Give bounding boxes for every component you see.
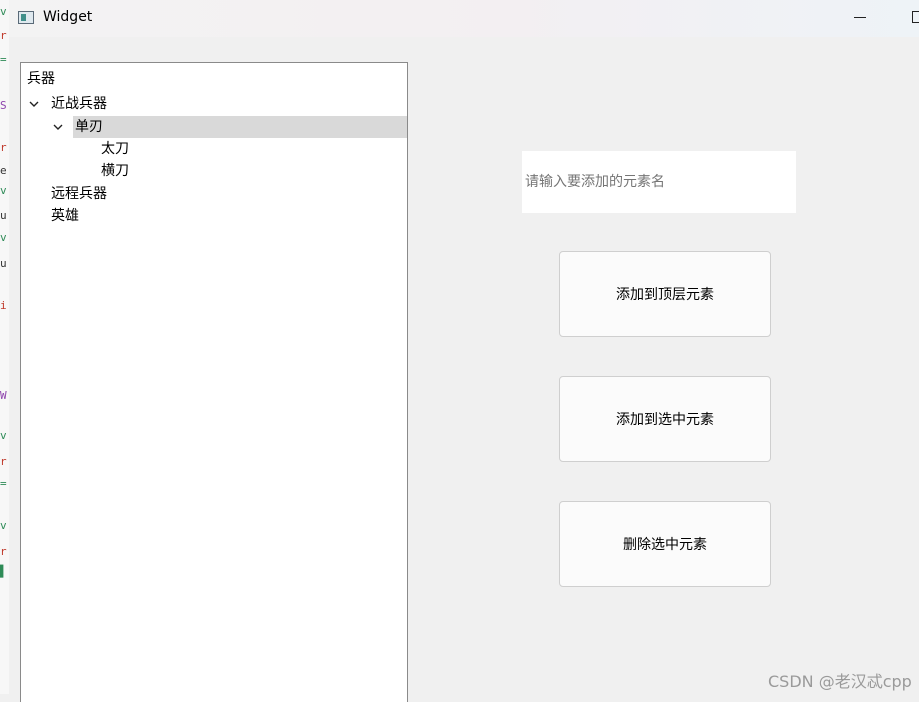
add-to-selected-button[interactable]: 添加到选中元素 [559, 376, 771, 462]
add-top-level-button[interactable]: 添加到顶层元素 [559, 251, 771, 337]
tree-item-tachi[interactable]: 太刀 [21, 138, 407, 160]
tree-item-melee-weapons[interactable]: 近战兵器 [21, 93, 407, 115]
tree-item-label: 单刃 [75, 119, 103, 135]
tree-item-label: 横刀 [101, 163, 129, 179]
element-name-input[interactable] [522, 151, 796, 213]
tree-header: 兵器 [27, 71, 55, 87]
delete-selected-button[interactable]: 删除选中元素 [559, 501, 771, 587]
window-title-bar[interactable]: Widget [9, 0, 919, 37]
window-title: Widget [43, 9, 93, 25]
tree-item-hengdao[interactable]: 横刀 [21, 160, 407, 182]
app-icon [18, 11, 34, 24]
chevron-down-icon[interactable] [28, 98, 40, 110]
tree-item-heroes[interactable]: 英雄 [21, 205, 407, 227]
tree-item-single-edge[interactable]: 单刃 [73, 116, 407, 138]
csdn-watermark: CSDN @老汉忒cpp [768, 672, 912, 691]
tree-item-label: 远程兵器 [51, 186, 107, 202]
chevron-down-icon[interactable] [52, 121, 64, 133]
tree-item-ranged-weapons[interactable]: 远程兵器 [21, 183, 407, 205]
background-code-editor-strip: v r = S r e v u v u i W v r = v r ▌ [0, 0, 9, 694]
minimize-icon[interactable] [854, 9, 868, 25]
maximize-icon[interactable] [912, 11, 919, 23]
tree-item-label: 英雄 [51, 208, 79, 224]
weapon-tree-widget[interactable]: 兵器 近战兵器 单刃 太刀 横刀 远程兵器 英雄 [20, 62, 408, 702]
tree-item-label: 近战兵器 [51, 96, 107, 112]
tree-item-label: 太刀 [101, 141, 129, 157]
